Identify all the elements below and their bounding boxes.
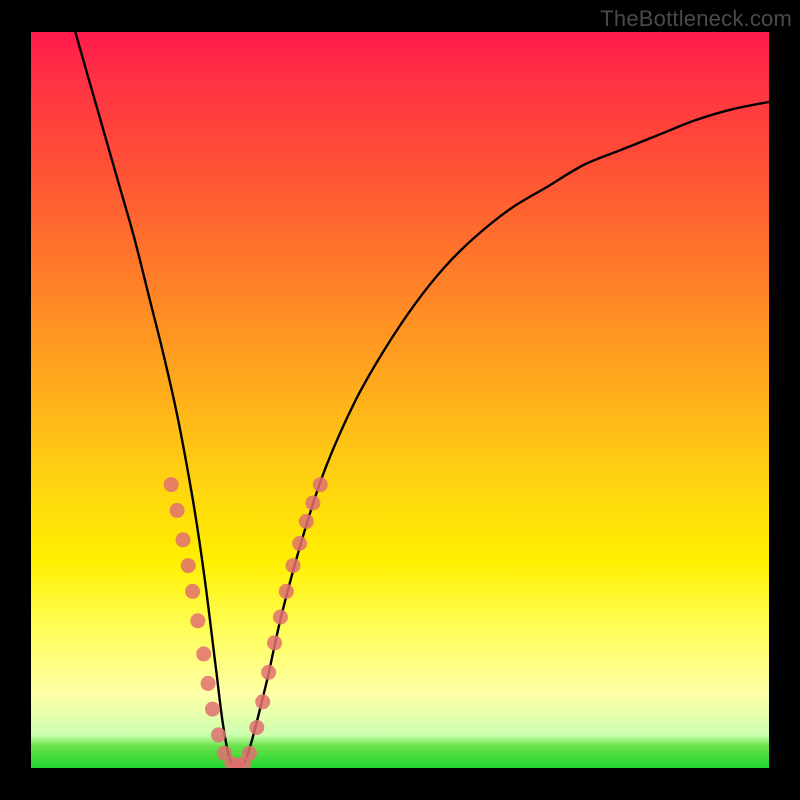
sample-dot — [196, 646, 211, 661]
curve-layer — [31, 32, 769, 768]
sample-dot — [261, 665, 276, 680]
sample-dot — [292, 536, 307, 551]
bottleneck-curve — [75, 32, 769, 766]
sample-dot — [201, 676, 216, 691]
watermark-text: TheBottleneck.com — [600, 6, 792, 32]
sample-dot — [305, 496, 320, 511]
sample-dot — [190, 613, 205, 628]
sample-dot — [286, 558, 301, 573]
sample-dot — [267, 635, 282, 650]
sample-dot — [249, 720, 264, 735]
sample-dot — [185, 584, 200, 599]
chart-frame: TheBottleneck.com — [0, 0, 800, 800]
sample-dot — [176, 532, 191, 547]
sample-dot — [273, 610, 288, 625]
sample-dot — [170, 503, 185, 518]
sample-dot — [255, 694, 270, 709]
sample-dot — [279, 584, 294, 599]
sample-dot — [313, 477, 328, 492]
sample-dot — [181, 558, 196, 573]
sample-dot — [211, 727, 226, 742]
sample-dot — [242, 746, 257, 761]
marker-group — [164, 477, 328, 768]
sample-dot — [164, 477, 179, 492]
sample-dot — [299, 514, 314, 529]
sample-dot — [205, 702, 220, 717]
plot-area — [31, 32, 769, 768]
